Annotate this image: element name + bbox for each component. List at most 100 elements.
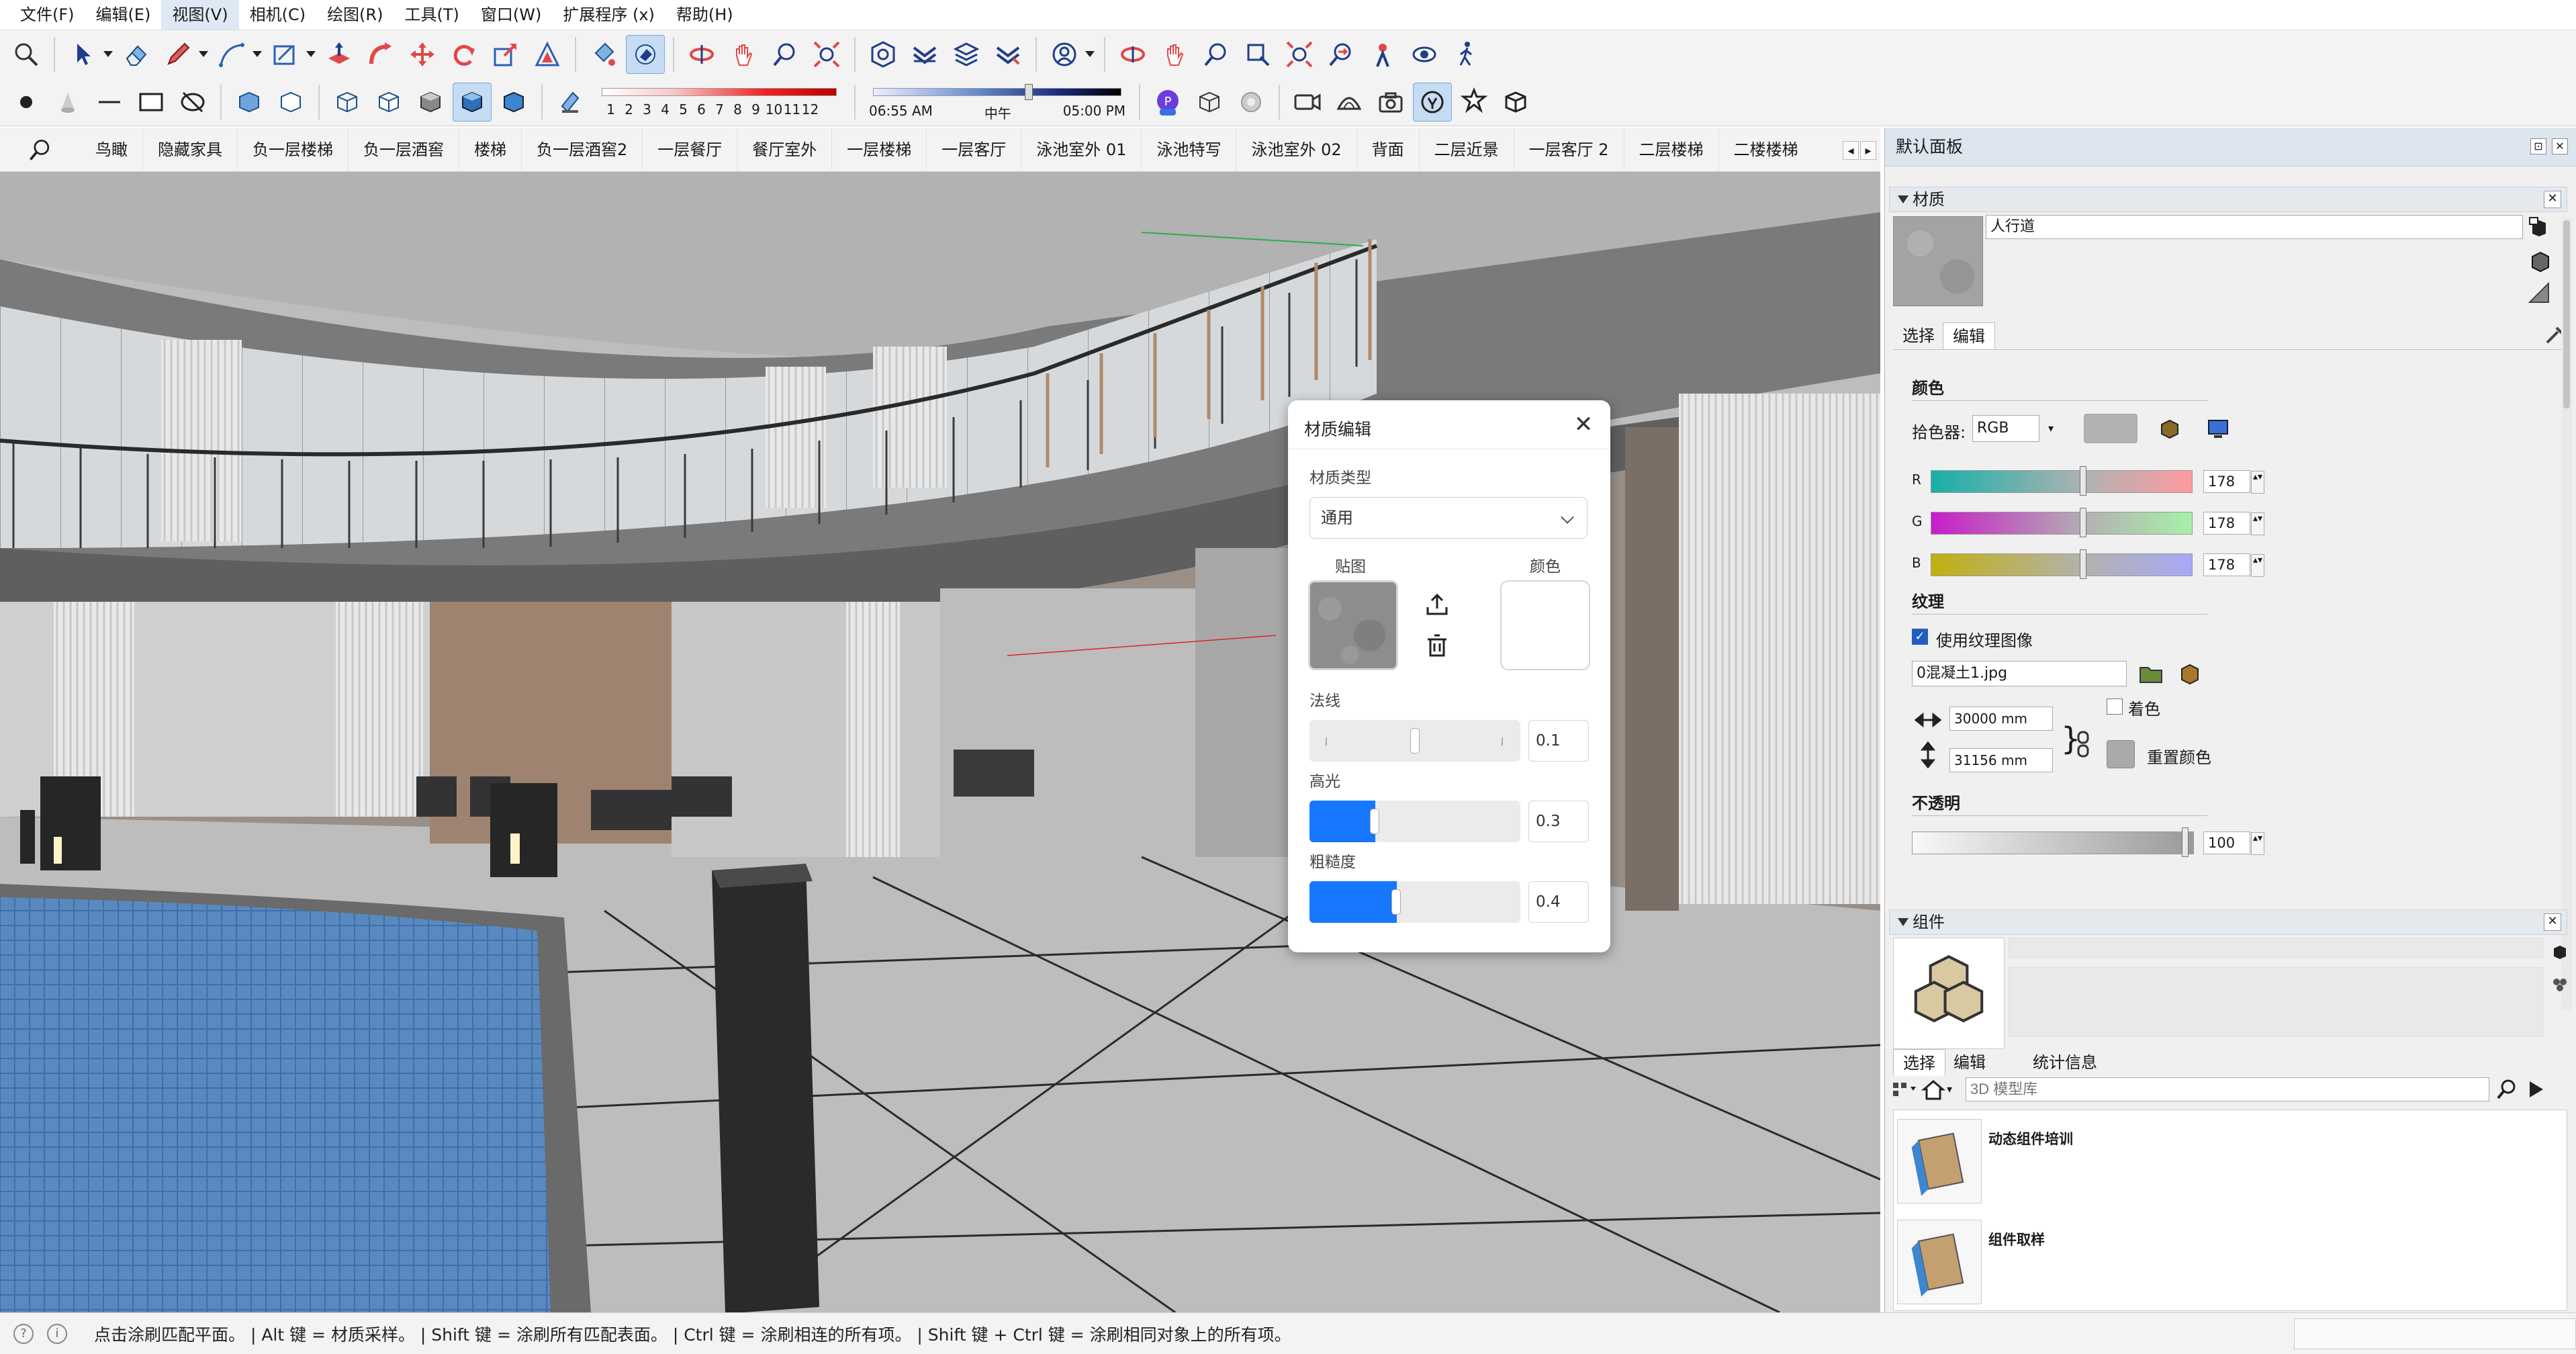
chain-link-icon[interactable]	[2074, 729, 2092, 759]
look-around-icon[interactable]	[1405, 35, 1444, 74]
shadow-month-slider[interactable]: 1 2 3 4 5 6 7 8 9 10 11 12	[595, 81, 843, 123]
list-item[interactable]	[1897, 1220, 1982, 1304]
components-tab-edit[interactable]: 编辑	[1944, 1049, 1995, 1076]
texture-height-input[interactable]: 31156 mm	[1949, 748, 2053, 772]
chevron-down-icon[interactable]: ▾	[2043, 415, 2058, 442]
wave-icon[interactable]	[988, 35, 1027, 74]
render-settings-icon[interactable]	[1413, 82, 1452, 122]
component-item-label[interactable]: 组件取样	[1988, 1229, 2045, 1249]
scene-tab[interactable]: 负一层楼梯	[237, 127, 348, 172]
model-viewport[interactable]: 材质编辑 ✕ 材质类型 通用 贴图 颜色 法线 0.1 高光 0.3 粗糙度 0…	[0, 172, 1880, 1312]
component-item-label[interactable]: 动态组件培训	[1988, 1128, 2073, 1148]
components-close-icon[interactable]: ✕	[2544, 913, 2561, 931]
line-icon[interactable]	[212, 35, 251, 74]
paint-bucket-icon[interactable]	[584, 35, 623, 74]
scene-tab[interactable]: 泳池特写	[1141, 127, 1236, 172]
g-slider[interactable]	[1931, 512, 2193, 535]
zoom-extents-icon[interactable]	[807, 35, 846, 74]
tape-measure-icon[interactable]	[1113, 35, 1152, 74]
follow-me-icon[interactable]	[361, 35, 400, 74]
shape-dropdown[interactable]	[306, 35, 316, 74]
hand-icon[interactable]	[1155, 35, 1194, 74]
menu-edit[interactable]: 编辑(E)	[85, 0, 162, 30]
current-color-swatch[interactable]	[2084, 414, 2137, 443]
layers-icon[interactable]	[905, 35, 944, 74]
pan-icon[interactable]	[724, 35, 763, 74]
picker-mode-select[interactable]: RGB	[1972, 415, 2039, 442]
normal-slider[interactable]	[1309, 720, 1520, 762]
eraser-icon[interactable]	[117, 35, 156, 74]
create-component-icon[interactable]	[2550, 942, 2570, 962]
select-dropdown[interactable]	[103, 35, 113, 74]
specular-slider[interactable]	[1309, 801, 1520, 842]
scene-tab[interactable]: 鸟瞰	[81, 128, 142, 172]
walk-icon[interactable]	[1446, 35, 1485, 74]
scene-tab[interactable]: 隐藏家具	[142, 127, 237, 172]
b-value[interactable]: 178	[2203, 553, 2264, 577]
color-swatch[interactable]	[1500, 580, 1590, 670]
forward-arrow-icon[interactable]	[2524, 1077, 2548, 1101]
components-header[interactable]: 组件 ✕	[1889, 909, 2567, 935]
components-tab-select[interactable]: 选择	[1893, 1049, 1945, 1076]
3d-warehouse-icon[interactable]	[864, 35, 903, 74]
menu-view[interactable]: 视图(V)	[161, 0, 239, 30]
back-edges-icon[interactable]	[271, 83, 310, 122]
measurements-box[interactable]	[2294, 1318, 2576, 1349]
component-search-icon[interactable]	[2495, 1077, 2519, 1101]
video-icon[interactable]	[1288, 83, 1327, 122]
scene-tab[interactable]: 一层客厅	[926, 127, 1021, 172]
pin-icon[interactable]: ⊡	[2530, 138, 2546, 154]
menu-help[interactable]: 帮助(H)	[665, 0, 744, 30]
b-slider-knob[interactable]	[2080, 549, 2086, 579]
g-value[interactable]: 178	[2203, 512, 2264, 535]
home-dropdown-icon[interactable]: ▾	[1947, 1077, 1962, 1101]
beta-plugin-icon[interactable]: P	[1148, 83, 1187, 122]
r-slider[interactable]	[1931, 470, 2193, 493]
reset-color-swatch[interactable]	[2107, 740, 2135, 768]
scene-tab[interactable]: 楼梯	[459, 127, 521, 172]
scene-search-icon[interactable]	[0, 128, 81, 172]
zoom-extents-icon[interactable]	[1280, 35, 1319, 74]
normal-value[interactable]: 0.1	[1528, 720, 1589, 762]
position-camera-icon[interactable]	[1363, 35, 1402, 74]
roughness-slider[interactable]	[1309, 881, 1520, 923]
close-icon[interactable]: ✕	[1571, 412, 1596, 437]
sample-paint-icon[interactable]	[2527, 281, 2551, 305]
shape-icon[interactable]	[266, 35, 305, 74]
menu-draw[interactable]: 绘图(R)	[316, 0, 394, 30]
home-icon[interactable]	[1921, 1077, 1945, 1101]
camera-icon[interactable]	[1371, 83, 1410, 122]
materials-header[interactable]: 材质 ✕	[1889, 187, 2567, 212]
material-name-input[interactable]: 人行道	[1986, 215, 2523, 239]
g-slider-knob[interactable]	[2080, 508, 2086, 537]
component-description-field[interactable]	[2009, 967, 2543, 1037]
opacity-slider[interactable]	[1912, 831, 2194, 854]
rotate-icon[interactable]	[445, 35, 484, 74]
scale-icon[interactable]	[486, 35, 525, 74]
texture-file-input[interactable]: 0混凝土1.jpg	[1912, 661, 2127, 686]
menu-camera[interactable]: 相机(C)	[239, 0, 316, 30]
stack-icon[interactable]	[947, 35, 986, 74]
upload-icon[interactable]	[1424, 591, 1451, 618]
shaded-textures-icon[interactable]	[453, 82, 492, 122]
specular-slider-knob[interactable]	[1370, 809, 1380, 834]
xray-icon[interactable]	[230, 83, 269, 122]
push-pull-icon[interactable]	[320, 35, 359, 74]
profile-dropdown[interactable]	[1085, 35, 1095, 74]
browse-folder-icon[interactable]	[2137, 661, 2164, 686]
specular-value[interactable]: 0.3	[1528, 801, 1589, 842]
time-knob[interactable]	[1025, 83, 1033, 100]
component-box-icon[interactable]	[1496, 83, 1535, 122]
zoom-icon[interactable]	[766, 35, 804, 74]
info-icon[interactable]: i	[47, 1323, 67, 1344]
tray-close-icon[interactable]: ✕	[2552, 138, 2568, 154]
opacity-slider-knob[interactable]	[2182, 827, 2189, 857]
previous-view-icon[interactable]	[1322, 35, 1361, 74]
cone-icon[interactable]	[48, 83, 87, 122]
edge-icon[interactable]	[90, 83, 129, 122]
roughness-value[interactable]: 0.4	[1528, 881, 1589, 923]
edit-texture-icon[interactable]	[2176, 661, 2203, 686]
scene-tab[interactable]: 背面	[1356, 127, 1419, 172]
box-icon[interactable]	[1190, 83, 1229, 122]
scene-scroll-right-icon[interactable]: ▸	[1860, 141, 1876, 160]
